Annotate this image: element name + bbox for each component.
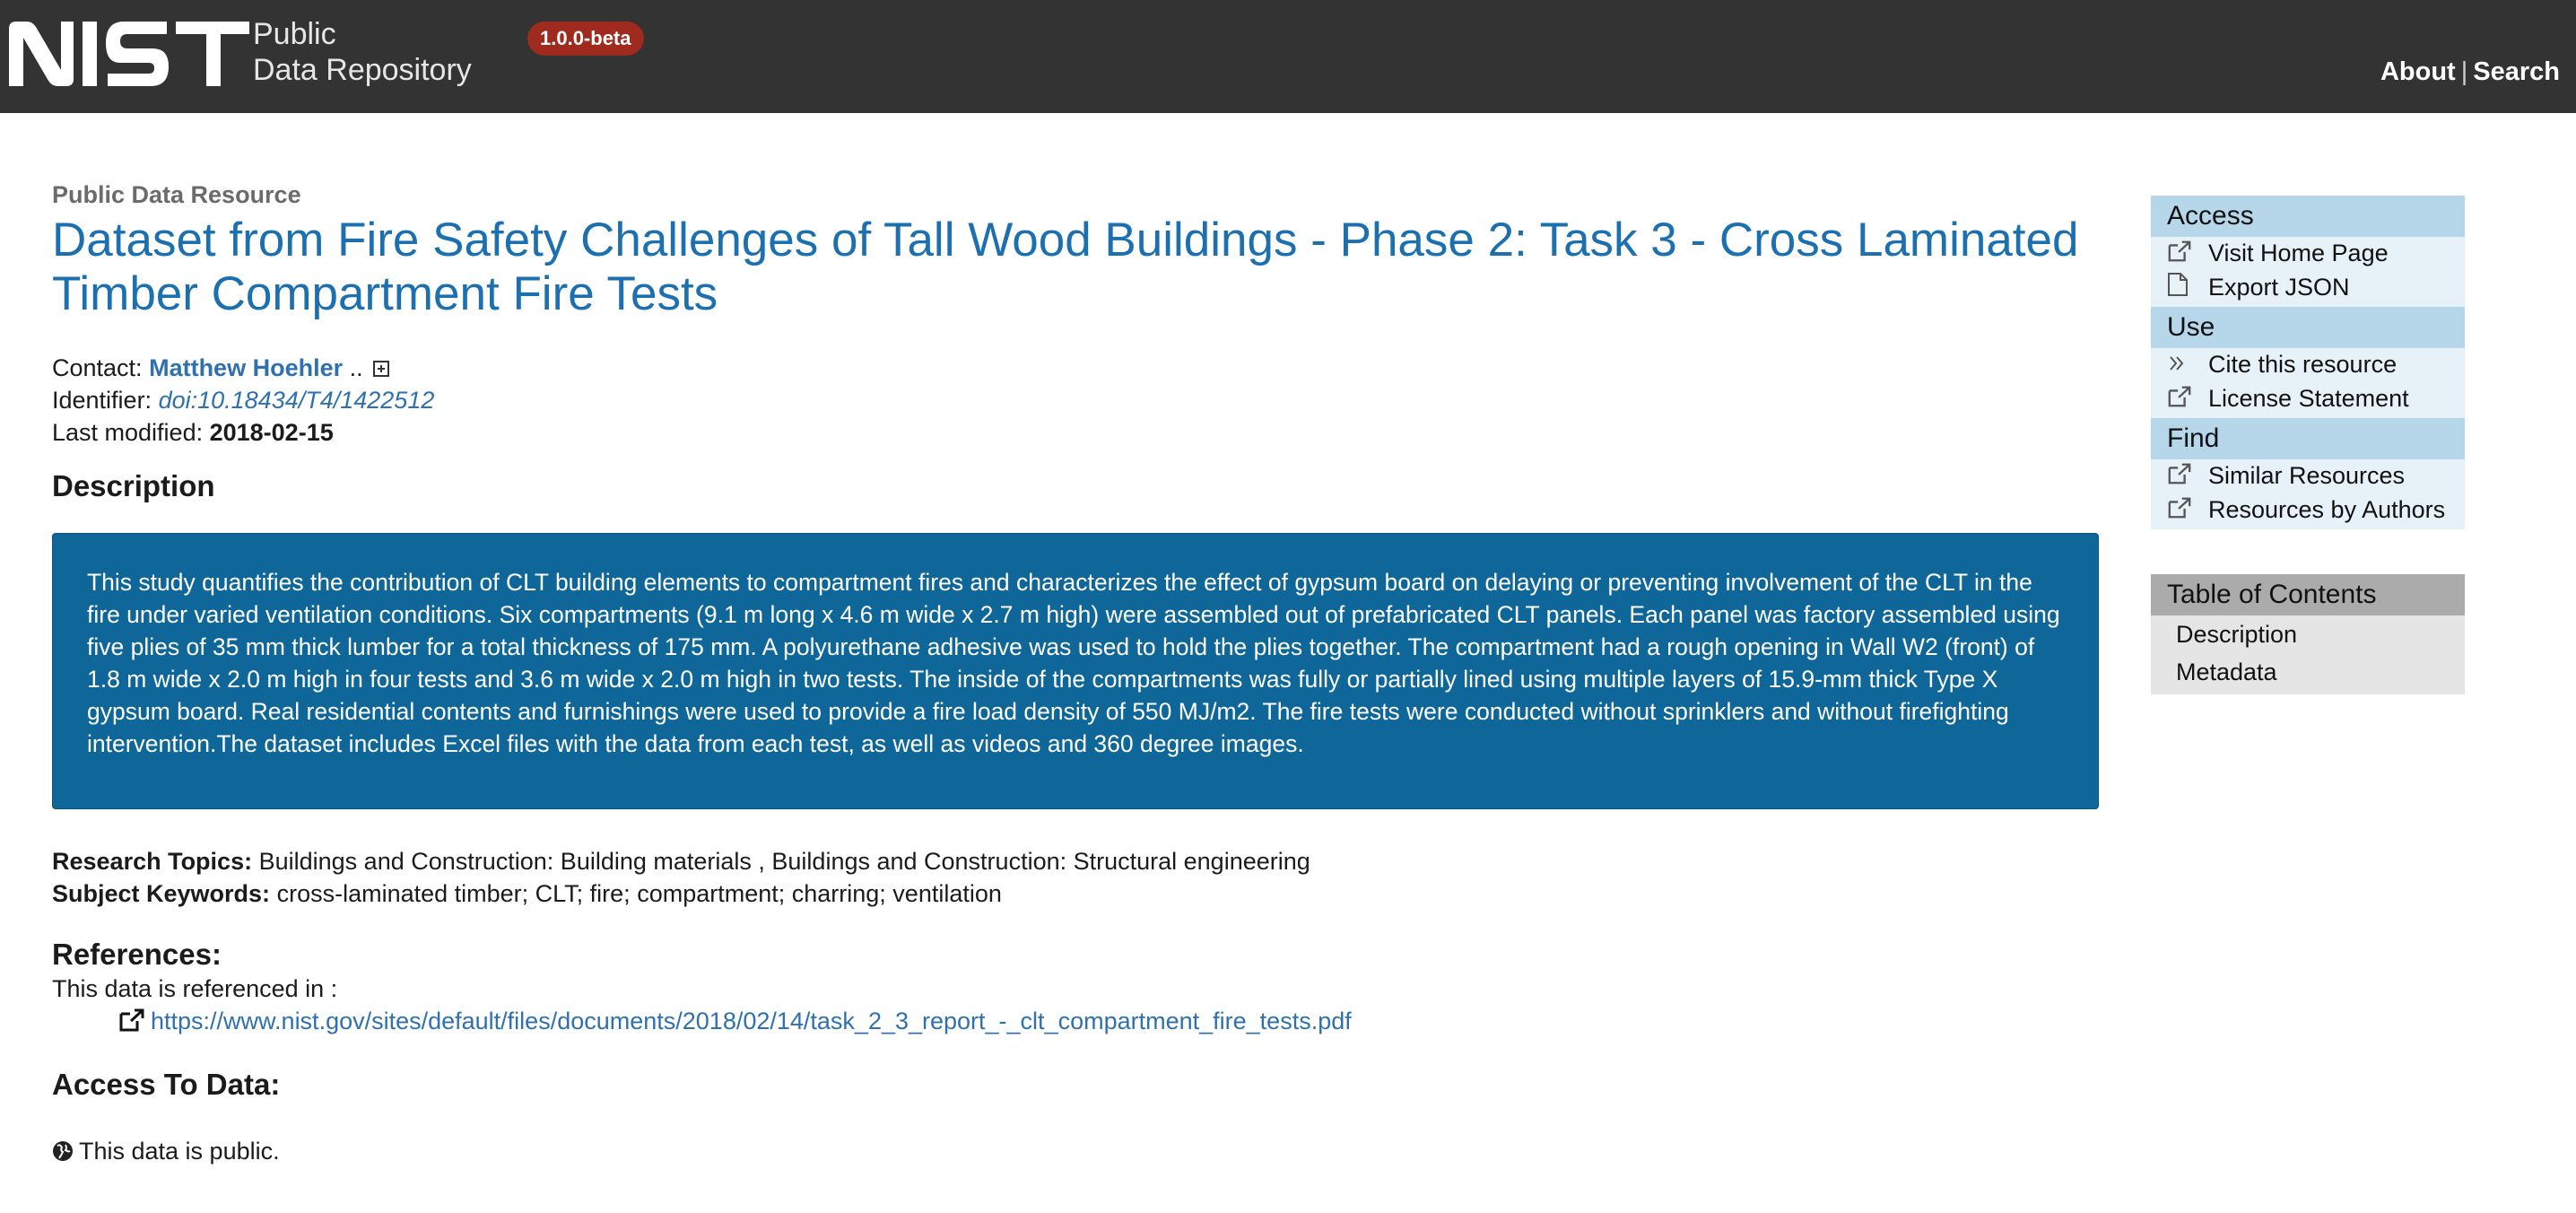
sidebar-item-label: Visit Home Page (2208, 240, 2389, 266)
toc-heading: Table of Contents (2151, 574, 2465, 615)
reference-item: https://www.nist.gov/sites/default/files… (118, 1005, 2099, 1040)
description-text: This study quantifies the contribution o… (87, 569, 2060, 757)
modified-date: 2018-02-15 (209, 419, 334, 446)
reference-link[interactable]: https://www.nist.gov/sites/default/files… (151, 1008, 1352, 1034)
sidebar-heading-use: Use (2151, 307, 2465, 348)
public-data-text: This data is public. (79, 1138, 280, 1165)
description-box: This study quantifies the contribution o… (52, 533, 2099, 809)
contact-name-link[interactable]: Matthew Hoehler (149, 354, 343, 381)
sidebar-item-label: Cite this resource (2208, 351, 2398, 378)
access-to-data-heading: Access To Data: (52, 1068, 281, 1101)
nav-search-link[interactable]: Search (2473, 57, 2560, 86)
nist-logo-icon (9, 22, 249, 86)
repository-name-line2: Data Repository (253, 53, 472, 87)
subject-keywords-value: cross-laminated timber; CLT; fire; compa… (276, 880, 1002, 907)
nist-logo[interactable] (9, 20, 249, 88)
sidebar-item-label: Export JSON (2208, 274, 2350, 301)
research-topics-row: Research Topics: Buildings and Construct… (52, 845, 2099, 877)
toc-item-metadata[interactable]: Metadata (2151, 653, 2465, 694)
sidebar-item-label: Resources by Authors (2208, 496, 2446, 523)
repository-name-line1: Public (253, 17, 336, 51)
public-data-notice: This data is public. (52, 1135, 2099, 1170)
expand-plus-icon[interactable] (373, 361, 390, 377)
sidebar-heading-access: Access (2151, 196, 2465, 237)
description-heading: Description (52, 469, 215, 502)
table-of-contents: Table of Contents Description Metadata (2151, 574, 2465, 694)
contact-more: .. (349, 354, 363, 381)
external-link-icon (2167, 239, 2194, 271)
external-link-icon (2167, 461, 2194, 493)
sidebar-item-cite[interactable]: Cite this resource (2151, 348, 2465, 382)
identifier-row: Identifier: doi:10.18434/T4/1422512 (52, 384, 2099, 416)
references-heading: References: (52, 938, 222, 971)
resource-type-label: Public Data Resource (52, 181, 301, 208)
sidebar-item-license[interactable]: License Statement (2151, 382, 2465, 418)
toc-item-description[interactable]: Description (2151, 615, 2465, 653)
nav-about-link[interactable]: About (2380, 57, 2456, 86)
sidebar-item-visit-home-page[interactable]: Visit Home Page (2151, 237, 2465, 271)
research-topics-label: Research Topics: (52, 848, 253, 875)
globe-icon (52, 1138, 74, 1170)
identifier-label: Identifier: (52, 387, 152, 414)
double-chevron-icon (2167, 350, 2194, 382)
external-link-icon (2167, 384, 2194, 416)
file-icon (2167, 272, 2194, 305)
subject-keywords-row: Subject Keywords: cross-laminated timber… (52, 877, 2099, 910)
sidebar-heading-find: Find (2151, 418, 2465, 459)
external-link-icon (118, 1008, 145, 1040)
sidebar-item-label: Similar Resources (2208, 462, 2406, 489)
modified-label: Last modified: (52, 419, 204, 446)
resource-actions-sidebar: Access Visit Home Page Export JSON Use C… (2151, 196, 2465, 529)
references-intro: This data is referenced in : (52, 975, 338, 1002)
sidebar-item-label: License Statement (2208, 385, 2409, 412)
contact-row: Contact: Matthew Hoehler .. (52, 352, 2099, 384)
sidebar-item-resources-by-authors[interactable]: Resources by Authors (2151, 493, 2465, 529)
main-content: Public Data Resource Dataset from Fire S… (52, 179, 2099, 1170)
nav-separator: | (2460, 57, 2468, 86)
research-topics-value: Buildings and Construction: Building mat… (258, 848, 1310, 875)
page-title: Dataset from Fire Safety Challenges of T… (52, 214, 2079, 320)
top-nav: About | Search (2380, 56, 2560, 88)
topics-section: Research Topics: Buildings and Construct… (52, 845, 2099, 910)
resource-metadata: Contact: Matthew Hoehler .. Identifier: … (52, 352, 2099, 449)
subject-keywords-label: Subject Keywords: (52, 880, 271, 907)
modified-row: Last modified: 2018-02-15 (52, 416, 2099, 449)
repository-name[interactable]: Public Data Repository (253, 16, 472, 88)
sidebar-item-similar-resources[interactable]: Similar Resources (2151, 459, 2465, 493)
contact-label: Contact: (52, 354, 143, 381)
identifier-doi-link[interactable]: doi:10.18434/T4/1422512 (159, 387, 435, 414)
top-header-bar: Public Data Repository 1.0.0-beta About |… (0, 0, 2576, 113)
sidebar-item-export-json[interactable]: Export JSON (2151, 271, 2465, 307)
external-link-icon (2167, 495, 2194, 528)
version-badge: 1.0.0-beta (527, 22, 644, 56)
